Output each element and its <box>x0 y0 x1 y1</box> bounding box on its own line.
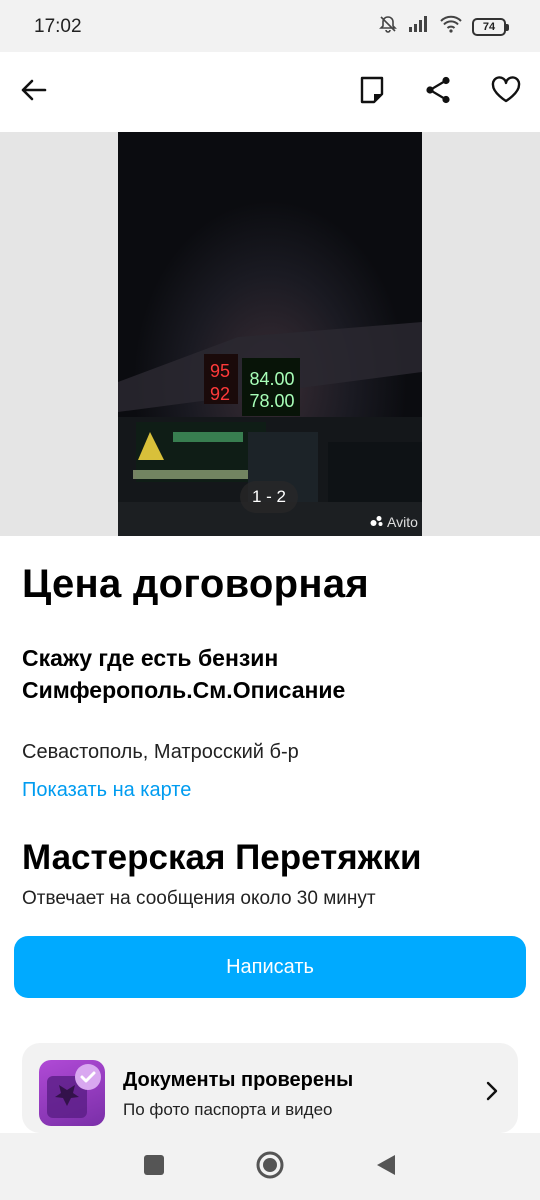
battery-icon: 74 <box>472 17 509 36</box>
note-button[interactable] <box>352 72 392 112</box>
back-button[interactable] <box>14 72 54 112</box>
recents-square-icon <box>143 1154 165 1181</box>
verified-badge-icon <box>39 1060 105 1126</box>
note-icon <box>360 76 384 109</box>
back-triangle-icon <box>375 1153 397 1182</box>
documents-verified-card[interactable]: Документы проверены По фото паспорта и в… <box>22 1043 518 1133</box>
status-bar: 17:02 74 <box>0 0 540 52</box>
sign-value-84: 84.00 <box>249 369 294 389</box>
home-button[interactable] <box>256 1151 284 1184</box>
listing-price: Цена договорная <box>22 562 370 606</box>
avito-logo-icon <box>370 514 384 530</box>
listing-address: Севастополь, Матросский б-р <box>22 741 299 763</box>
favorite-button[interactable] <box>486 72 526 112</box>
wifi-icon <box>440 15 462 38</box>
status-icons: 74 <box>378 14 509 39</box>
heart-icon <box>491 75 521 109</box>
show-on-map-link[interactable]: Показать на карте <box>22 779 191 802</box>
system-back-button[interactable] <box>372 1153 400 1181</box>
top-toolbar <box>0 52 540 132</box>
photo-counter: 1 - 2 <box>240 481 298 513</box>
share-icon <box>425 76 451 109</box>
sign-value-92: 92 <box>210 384 230 404</box>
sign-value-95: 95 <box>210 361 230 381</box>
home-circle-icon <box>256 1151 284 1184</box>
mute-icon <box>378 14 398 39</box>
status-time: 17:02 <box>34 16 82 37</box>
documents-title: Документы проверены <box>123 1069 354 1091</box>
share-button[interactable] <box>418 72 458 112</box>
chevron-right-icon <box>486 1081 498 1106</box>
signal-icon <box>408 15 430 38</box>
seller-reply-time: Отвечает на сообщения около 30 минут <box>22 888 376 909</box>
write-message-button[interactable]: Написать <box>14 936 526 998</box>
system-navigation-bar <box>0 1133 540 1200</box>
documents-subtitle: По фото паспорта и видео <box>123 1100 333 1119</box>
listing-title: Скажу где есть бензин Симферополь.См.Опи… <box>22 645 346 703</box>
back-arrow-icon <box>21 79 47 106</box>
recents-button[interactable] <box>140 1153 168 1181</box>
sign-value-78: 78.00 <box>249 391 294 411</box>
watermark-text: Avito <box>387 514 418 530</box>
photo-gallery[interactable]: 95 92 84.00 78.00 1 - 2 Avito <box>0 132 540 536</box>
seller-name[interactable]: Мастерская Перетяжки <box>22 838 422 878</box>
gas-station-photo: 95 92 84.00 78.00 <box>118 132 422 536</box>
listing-photo[interactable]: 95 92 84.00 78.00 <box>118 132 422 536</box>
avito-watermark: Avito <box>370 514 418 530</box>
